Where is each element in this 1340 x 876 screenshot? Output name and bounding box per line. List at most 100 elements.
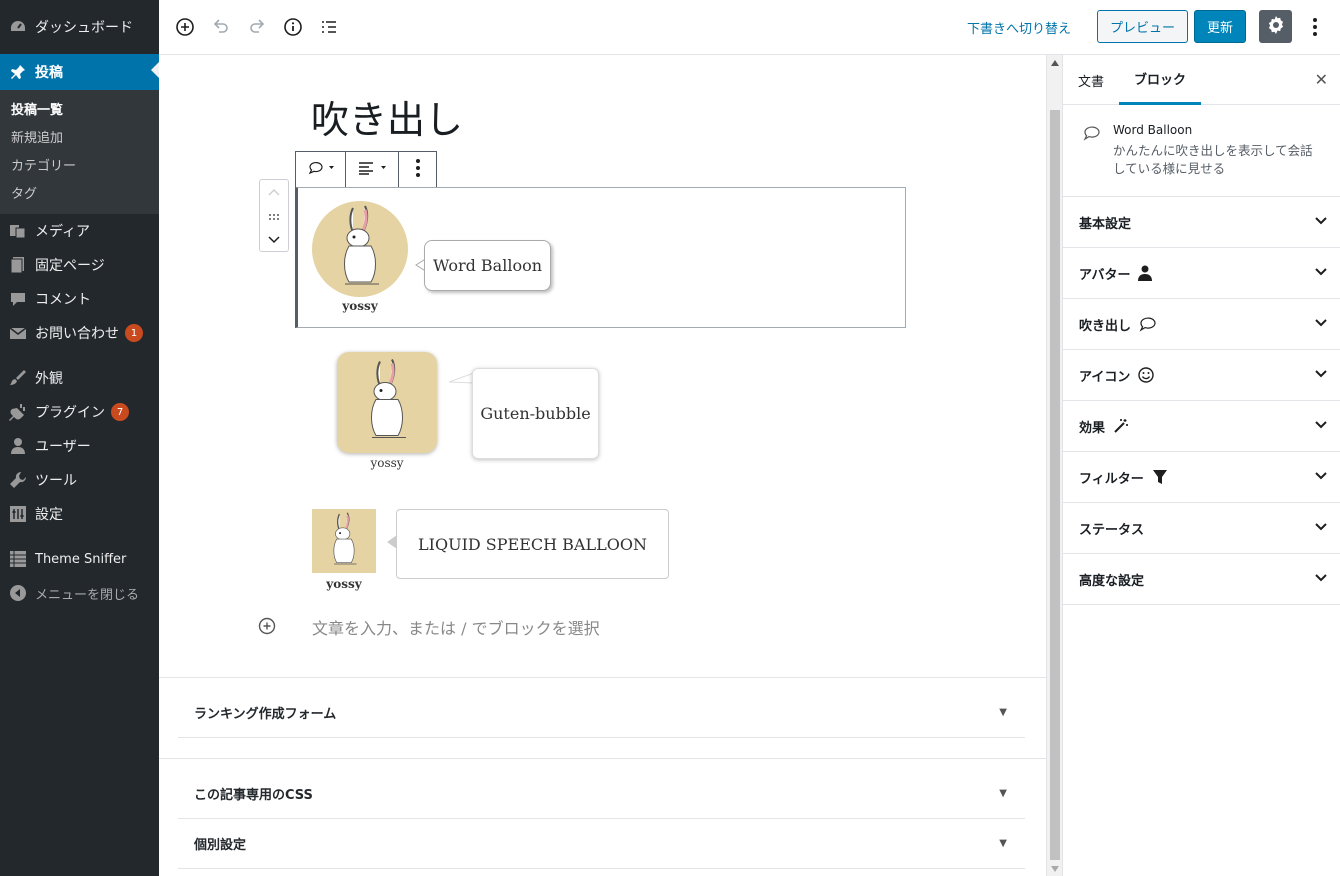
drag-handle-icon[interactable]: [268, 206, 280, 225]
avatar-rabbit-1: [312, 201, 408, 297]
menu-media-label: メディア: [35, 224, 91, 240]
menu-plugins-label: プラグイン: [35, 405, 105, 421]
menu-appearance[interactable]: 外観: [0, 361, 159, 395]
metabox-post-css[interactable]: この記事専用のCSS ▼: [178, 768, 1025, 819]
editor-header: 下書きへ切り替え プレビュー 更新: [159, 0, 1340, 55]
magic-wand-icon: [1113, 418, 1129, 434]
move-up-icon[interactable]: [267, 182, 281, 201]
post-title[interactable]: 吹き出し: [311, 89, 463, 144]
pages-icon: [9, 256, 27, 274]
caret-down-icon: ▼: [999, 707, 1007, 718]
panel-status[interactable]: ステータス: [1063, 503, 1340, 554]
caret-down-icon: ▼: [999, 838, 1007, 849]
info-icon[interactable]: [282, 16, 304, 38]
menu-comments-label: コメント: [35, 292, 91, 308]
user-icon: [1138, 265, 1153, 281]
caret-down-icon: ▼: [999, 787, 1007, 799]
menu-dashboard[interactable]: ダッシュボード: [0, 0, 159, 54]
balloon3-text[interactable]: LIQUID SPEECH BALLOON: [396, 509, 669, 579]
add-block-icon[interactable]: [174, 16, 196, 38]
menu-media[interactable]: メディア: [0, 214, 159, 248]
scroll-thumb[interactable]: [1050, 110, 1060, 860]
user-icon: [9, 437, 27, 455]
switch-to-draft-link[interactable]: 下書きへ切り替え: [967, 18, 1071, 37]
panel-filter[interactable]: フィルター: [1063, 452, 1340, 503]
redo-icon[interactable]: [246, 16, 268, 38]
menu-tools[interactable]: ツール: [0, 463, 159, 497]
settings-gear-button[interactable]: [1259, 10, 1292, 43]
brush-icon: [9, 369, 27, 387]
sidebar-tabs: 文書 ブロック ✕: [1063, 55, 1340, 105]
collapse-arrow-icon: [9, 584, 27, 602]
default-block-placeholder[interactable]: 文章を入力、または / でブロックを選択: [312, 615, 600, 639]
scroll-down-icon[interactable]: [1051, 866, 1059, 872]
chevron-down-icon: [1314, 266, 1328, 281]
mail-icon: [9, 324, 27, 342]
block-more-options[interactable]: [399, 152, 436, 187]
balloon1-text[interactable]: Word Balloon: [424, 240, 551, 291]
settings-sidebar: 文書 ブロック ✕ Word Balloon かんたんに吹き出しを表示して会話し…: [1062, 55, 1340, 876]
menu-plugins[interactable]: プラグイン 7: [0, 395, 159, 429]
editor-canvas: 吹き出し yossy Word Balloon yossy Guten-bubb…: [159, 55, 1046, 876]
metabox-divider: [159, 677, 1046, 678]
tab-document[interactable]: 文書: [1063, 55, 1119, 105]
move-down-icon[interactable]: [267, 230, 281, 249]
close-icon[interactable]: ✕: [1315, 70, 1328, 89]
speech-bubble-icon: [1083, 125, 1101, 145]
chevron-down-icon: [1314, 317, 1328, 332]
metabox-individual-settings[interactable]: 個別設定 ▼: [178, 819, 1025, 869]
balloon3-name: yossy: [326, 577, 362, 591]
menu-comments[interactable]: コメント: [0, 282, 159, 316]
outline-icon[interactable]: [318, 16, 340, 38]
panel-icon[interactable]: アイコン: [1063, 350, 1340, 401]
wrench-icon: [9, 471, 27, 489]
scroll-up-icon[interactable]: [1051, 60, 1059, 66]
block-mover: [259, 179, 289, 252]
gear-icon: [1266, 15, 1286, 39]
metabox-css-label: この記事専用のCSS: [194, 787, 313, 803]
menu-collapse[interactable]: メニューを閉じる: [0, 576, 159, 610]
submenu-add-new[interactable]: 新規追加: [0, 122, 159, 150]
posts-submenu: 投稿一覧 新規追加 カテゴリー タグ: [0, 90, 159, 214]
submenu-categories[interactable]: カテゴリー: [0, 150, 159, 178]
menu-contact[interactable]: お問い合わせ 1: [0, 316, 159, 350]
list-icon: [9, 550, 27, 568]
panel-effect[interactable]: 効果: [1063, 401, 1340, 452]
block-type-switcher[interactable]: [296, 152, 346, 187]
align-left-icon: [357, 160, 387, 179]
balloon2-name: yossy: [370, 456, 404, 470]
balloon2-tail: [448, 372, 474, 384]
more-options-icon[interactable]: [1304, 16, 1326, 38]
panel-label: ステータス: [1079, 522, 1145, 538]
panel-basic-settings[interactable]: 基本設定: [1063, 197, 1340, 248]
update-button[interactable]: 更新: [1194, 10, 1246, 43]
menu-settings[interactable]: 設定: [0, 497, 159, 531]
avatar-rabbit-2: [337, 352, 437, 453]
menu-theme-sniffer[interactable]: Theme Sniffer: [0, 542, 159, 576]
editor-scrollbar[interactable]: [1046, 55, 1062, 876]
preview-button[interactable]: プレビュー: [1097, 10, 1188, 43]
block-toolbar: [295, 151, 437, 188]
metabox-ranking-label: ランキング作成フォーム: [194, 707, 337, 722]
balloon2-text[interactable]: Guten-bubble: [472, 368, 599, 459]
menu-users[interactable]: ユーザー: [0, 429, 159, 463]
undo-icon[interactable]: [210, 16, 232, 38]
inline-add-block-icon[interactable]: [257, 616, 277, 636]
panel-advanced[interactable]: 高度な設定: [1063, 554, 1340, 605]
tab-block[interactable]: ブロック: [1119, 55, 1202, 105]
menu-posts-label: 投稿: [35, 65, 63, 81]
filter-icon: [1152, 469, 1168, 485]
submenu-all-posts[interactable]: 投稿一覧: [0, 94, 159, 122]
menu-tools-label: ツール: [35, 473, 77, 489]
panel-avatar[interactable]: アバター: [1063, 248, 1340, 299]
panel-balloon[interactable]: 吹き出し: [1063, 299, 1340, 350]
menu-posts[interactable]: 投稿: [0, 54, 159, 90]
menu-pages[interactable]: 固定ページ: [0, 248, 159, 282]
panel-label: 高度な設定: [1079, 573, 1145, 589]
metabox-ranking-form[interactable]: ランキング作成フォーム ▼: [178, 688, 1025, 738]
align-switcher[interactable]: [346, 152, 399, 187]
plugins-count-badge: 7: [111, 403, 129, 421]
submenu-tags[interactable]: タグ: [0, 178, 159, 206]
more-vertical-icon: [415, 158, 421, 182]
dashboard-icon: [9, 18, 27, 36]
